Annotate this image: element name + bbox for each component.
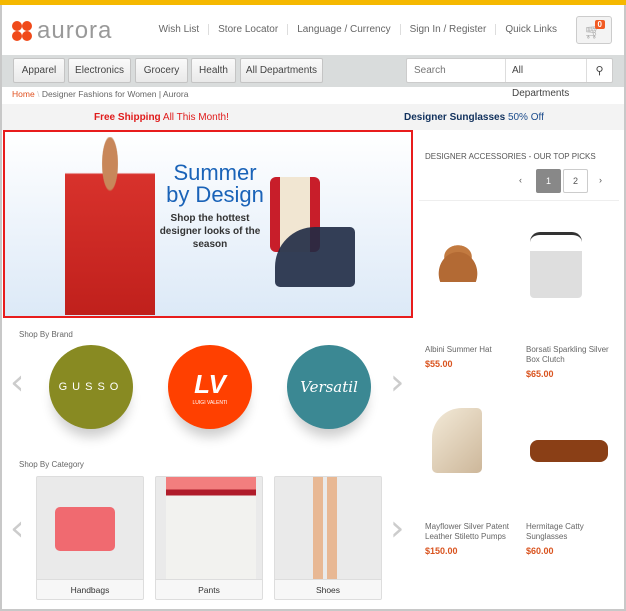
nav-all-departments[interactable]: All Departments bbox=[240, 58, 323, 83]
shop-by-brand-title: Shop By Brand bbox=[19, 330, 73, 339]
sign-in-link[interactable]: Sign In / Register bbox=[399, 24, 496, 35]
top-picks-title: DESIGNER ACCESSORIES - OUR TOP PICKS bbox=[425, 152, 596, 161]
breadcrumb: Home \ Designer Fashions for Women | Aur… bbox=[12, 89, 189, 99]
top-accent-bar bbox=[0, 0, 626, 5]
clutch-image[interactable] bbox=[530, 232, 582, 298]
breadcrumb-home[interactable]: Home bbox=[12, 89, 35, 99]
page-1-button[interactable]: 1 bbox=[536, 169, 561, 193]
category-handbags[interactable]: Handbags bbox=[36, 476, 144, 600]
sunglasses-promo[interactable]: Designer Sunglasses 50% Off bbox=[404, 112, 544, 123]
search-scope-select[interactable]: All Departments bbox=[505, 59, 587, 99]
nav-apparel[interactable]: Apparel bbox=[13, 58, 65, 83]
cart-count-badge: 0 bbox=[594, 20, 605, 29]
hero-model-image bbox=[65, 137, 155, 315]
hero-banner[interactable]: Summer by Design Shop the hottest designe… bbox=[3, 130, 413, 318]
brand-next-arrow-icon[interactable]: › bbox=[390, 362, 404, 403]
search-icon[interactable]: ⚲ bbox=[587, 64, 612, 77]
pumps-image[interactable] bbox=[432, 408, 482, 473]
free-shipping-promo[interactable]: Free Shipping All This Month! bbox=[94, 112, 229, 123]
page-2-button[interactable]: 2 bbox=[563, 169, 588, 193]
utility-links: Wish List Store Locator Language / Curre… bbox=[150, 24, 566, 35]
divider bbox=[419, 200, 619, 201]
shoes-image bbox=[305, 477, 345, 581]
brand-versatil[interactable]: Versatil bbox=[287, 345, 371, 429]
wish-list-link[interactable]: Wish List bbox=[150, 24, 209, 35]
hero-subtitle: Shop the hottest designer looks of the s… bbox=[159, 213, 261, 250]
logo-text: aurora bbox=[37, 17, 113, 44]
breadcrumb-current: Designer Fashions for Women | Aurora bbox=[41, 89, 189, 99]
nav-electronics[interactable]: Electronics bbox=[68, 58, 131, 83]
quick-links-menu[interactable]: Quick Links bbox=[495, 24, 566, 35]
search-bar: All Departments ⚲ bbox=[406, 58, 613, 99]
sunglasses-image[interactable] bbox=[530, 440, 608, 462]
picks-next-icon[interactable]: › bbox=[599, 175, 602, 185]
pants-image bbox=[166, 477, 256, 581]
shop-by-category-title: Shop By Category bbox=[19, 460, 84, 469]
brand-gusso[interactable]: GUSSO bbox=[49, 345, 133, 429]
nav-health[interactable]: Health bbox=[191, 58, 236, 83]
handbag-image bbox=[55, 507, 115, 551]
brand-prev-arrow-icon[interactable]: ‹ bbox=[10, 362, 24, 403]
picks-prev-icon[interactable]: ‹ bbox=[519, 175, 522, 185]
language-currency-link[interactable]: Language / Currency bbox=[287, 24, 399, 35]
product-card-pumps[interactable]: Mayflower Silver Patent Leather Stiletto… bbox=[425, 522, 515, 556]
category-next-arrow-icon[interactable]: › bbox=[390, 508, 404, 549]
logo[interactable]: aurora bbox=[12, 17, 112, 45]
category-prev-arrow-icon[interactable]: ‹ bbox=[10, 508, 24, 549]
category-pants[interactable]: Pants bbox=[155, 476, 263, 600]
product-card-clutch[interactable]: Borsati Sparkling Silver Box Clutch $65.0… bbox=[526, 345, 616, 379]
cart-button[interactable]: 🛒︎ 0 bbox=[576, 16, 612, 44]
hero-title: Summer by Design bbox=[166, 160, 264, 207]
hat-image[interactable] bbox=[428, 240, 488, 282]
nav-grocery[interactable]: Grocery bbox=[135, 58, 188, 83]
promo-bar: Free Shipping All This Month! Designer S… bbox=[2, 104, 624, 130]
store-locator-link[interactable]: Store Locator bbox=[208, 24, 287, 35]
search-input[interactable] bbox=[407, 65, 505, 76]
brand-luigi-valenti[interactable]: LV LUIGI VALENTI bbox=[168, 345, 252, 429]
category-shoes[interactable]: Shoes bbox=[274, 476, 382, 600]
product-card-hat[interactable]: Albini Summer Hat $55.00 bbox=[425, 345, 515, 369]
logo-flower-icon bbox=[12, 21, 32, 41]
product-card-sunglasses[interactable]: Hermitage Catty Sunglasses $60.00 bbox=[526, 522, 616, 556]
